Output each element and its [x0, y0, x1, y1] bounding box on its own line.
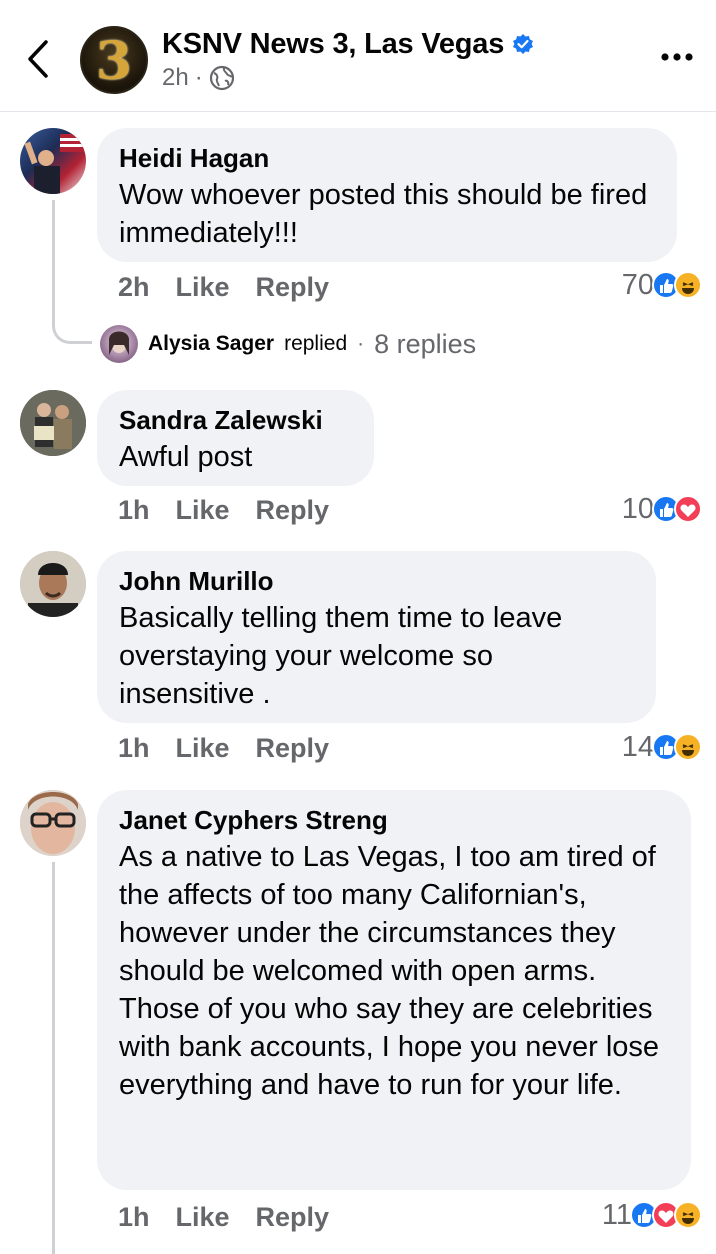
haha-reaction-icon — [674, 733, 702, 761]
comment-text: Basically telling them time to leave ove… — [119, 602, 563, 710]
like-button[interactable]: Like — [176, 272, 230, 303]
reply-button[interactable]: Reply — [256, 495, 330, 526]
comment-bubble[interactable]: Heidi Hagan Wow whoever posted this shou… — [97, 128, 677, 262]
reply-thread-line — [52, 862, 55, 1254]
comment-time[interactable]: 1h — [118, 1202, 150, 1233]
avatar-photo — [20, 551, 86, 617]
comment-bubble[interactable]: Janet Cyphers Streng As a native to Las … — [97, 790, 691, 1190]
view-replies-row[interactable]: Alysia Sager replied · 8 replies — [100, 324, 476, 364]
love-reaction-icon — [674, 495, 702, 523]
more-options-button[interactable] — [660, 50, 694, 64]
meta-separator: · — [194, 64, 203, 91]
reply-button[interactable]: Reply — [256, 272, 330, 303]
reply-button[interactable]: Reply — [256, 1202, 330, 1233]
haha-reaction-icon — [674, 271, 702, 299]
like-button[interactable]: Like — [176, 733, 230, 764]
like-button[interactable]: Like — [176, 1202, 230, 1233]
avatar-photo — [20, 790, 86, 856]
reaction-count: 11 — [601, 1198, 632, 1231]
globe-icon — [209, 65, 234, 91]
comment-author[interactable]: Sandra Zalewski — [119, 404, 352, 436]
avatar-photo — [24, 134, 84, 194]
reply-avatar — [100, 325, 138, 363]
comment-time[interactable]: 1h — [118, 733, 150, 764]
avatar[interactable] — [20, 551, 86, 617]
comment-author[interactable]: Janet Cyphers Streng — [119, 804, 669, 836]
reaction-summary[interactable]: 14 — [622, 728, 702, 766]
page-avatar[interactable]: 3 — [80, 26, 148, 94]
replies-count[interactable]: 8 replies — [374, 329, 476, 360]
reaction-count: 14 — [621, 730, 654, 763]
chevron-left-icon — [28, 40, 48, 78]
comment-text: As a native to Las Vegas, I too am tired… — [119, 841, 660, 1101]
reaction-summary[interactable]: 70 — [622, 266, 702, 304]
avatar[interactable] — [20, 128, 86, 194]
haha-reaction-icon — [674, 1201, 702, 1229]
more-dots-icon — [661, 53, 693, 61]
avatar[interactable] — [20, 790, 86, 856]
page-name[interactable]: KSNV News 3, Las Vegas — [162, 28, 504, 61]
back-button[interactable] — [22, 36, 56, 82]
reply-author[interactable]: Alysia Sager — [148, 332, 274, 356]
replies-separator: · — [357, 332, 365, 355]
verified-badge-icon — [513, 34, 534, 54]
comment-time[interactable]: 2h — [118, 272, 150, 303]
like-button[interactable]: Like — [176, 495, 230, 526]
comment-author[interactable]: John Murillo — [119, 565, 634, 597]
reaction-summary[interactable]: 11 — [602, 1196, 702, 1234]
comment-author[interactable]: Heidi Hagan — [119, 142, 655, 174]
comment-bubble[interactable]: John Murillo Basically telling them time… — [97, 551, 656, 723]
replied-label: replied — [284, 332, 348, 355]
reaction-count: 70 — [621, 268, 654, 301]
comment-time[interactable]: 1h — [118, 495, 150, 526]
comment-bubble[interactable]: Sandra Zalewski Awful post — [97, 390, 374, 486]
reply-button[interactable]: Reply — [256, 733, 330, 764]
comment-text: Awful post — [119, 441, 253, 473]
post-time[interactable]: 2h — [162, 64, 189, 92]
avatar-photo — [109, 331, 129, 355]
reaction-count: 10 — [621, 492, 654, 525]
avatar[interactable] — [20, 390, 86, 456]
comment-text: Wow whoever posted this should be fired … — [119, 179, 648, 249]
reaction-summary[interactable]: 10 — [622, 490, 702, 528]
avatar-photo — [20, 390, 86, 456]
page-logo: 3 — [95, 31, 133, 92]
reply-thread-line — [52, 200, 92, 344]
post-header: 3 KSNV News 3, Las Vegas 2h · — [0, 0, 716, 112]
